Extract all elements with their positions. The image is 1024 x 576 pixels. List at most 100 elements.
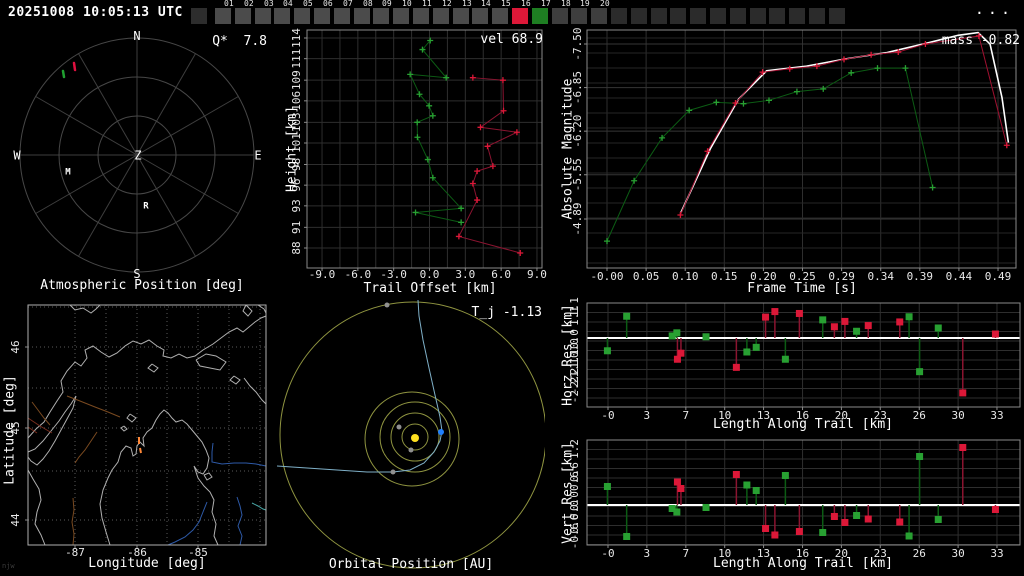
svg-text:91: 91 — [290, 221, 303, 234]
panel-title-atmospheric: Atmospheric Position [deg] — [40, 278, 244, 293]
panel-atmospheric-position: Q* 7.8 N S W E Z M R Atmospheric Positio… — [0, 26, 285, 300]
frame-indicator-18[interactable] — [552, 8, 568, 24]
frame-number: 04 — [283, 0, 293, 8]
frame-indicator-13[interactable] — [453, 8, 469, 24]
frame-number: 06 — [323, 0, 333, 8]
svg-text:114: 114 — [290, 28, 303, 48]
svg-text:3: 3 — [644, 409, 651, 422]
vert-y-axis-label: Vert Res [km] — [560, 442, 576, 544]
frame-indicator-15[interactable] — [492, 8, 508, 24]
frame-indicator-blank[interactable] — [769, 8, 785, 24]
frame-number: 14 — [481, 0, 491, 8]
svg-text:0.05: 0.05 — [633, 270, 660, 283]
svg-text:6.0: 6.0 — [491, 268, 511, 281]
frame-indicator-blank[interactable] — [631, 8, 647, 24]
compass-east-label: E — [254, 148, 262, 163]
light-curve-plot: -0.00 0.05 0.10 0.15 0.20 0.25 0.29 0.34 0.39 0.4… — [571, 27, 1017, 283]
frame-number: 19 — [580, 0, 590, 8]
panel-vert-residuals: -0 3 7 10 13 16 20 23 26 30 33 1.2 0.6 0.6 0.0 0.0 -0.6-… — [545, 438, 1024, 576]
frame-indicator-20[interactable] — [591, 8, 607, 24]
horz-y-axis-label: Horz Res [km] — [560, 304, 576, 406]
velocity-badge: vel 68.9 — [480, 32, 543, 47]
svg-text:33: 33 — [990, 547, 1003, 560]
frame-indicator-04[interactable] — [274, 8, 290, 24]
frame-indicator-blank[interactable] — [670, 8, 686, 24]
frame-indicator-11[interactable] — [413, 8, 429, 24]
svg-text:9.0: 9.0 — [527, 268, 547, 281]
map-y-axis-label: Latitude [deg] — [2, 375, 18, 485]
svg-text:109: 109 — [290, 70, 303, 90]
svg-text:7: 7 — [683, 409, 690, 422]
frame-indicator-blank[interactable] — [829, 8, 845, 24]
frame-indicator-07[interactable] — [334, 8, 350, 24]
svg-text:33: 33 — [990, 409, 1003, 422]
orbital-position-plot — [277, 300, 545, 569]
frame-indicator-03[interactable] — [255, 8, 271, 24]
frame-indicator-blank[interactable] — [191, 8, 207, 24]
frame-number: 16 — [521, 0, 531, 8]
zenith-label: Z — [134, 148, 142, 163]
frame-indicator-16[interactable] — [512, 8, 528, 24]
panel-orbit: T_j -1.13 Orbital Position [AU] — [277, 300, 545, 576]
frame-indicator-01[interactable] — [215, 8, 231, 24]
frame-number: 05 — [303, 0, 313, 8]
tisserand-badge: T_j -1.13 — [471, 305, 542, 320]
frame-indicator-blank[interactable] — [710, 8, 726, 24]
frame-number: 07 — [343, 0, 353, 8]
frame-number: 13 — [462, 0, 472, 8]
frame-indicator-blank[interactable] — [730, 8, 746, 24]
radiant-marker-label: R — [143, 201, 149, 212]
map-x-axis-label: Longitude [deg] — [88, 556, 206, 571]
frame-number: 08 — [363, 0, 373, 8]
svg-text:0.10: 0.10 — [672, 270, 699, 283]
svg-text:0.44: 0.44 — [946, 270, 973, 283]
panel-title-orbit: Orbital Position [AU] — [328, 557, 494, 572]
svg-text:111: 111 — [290, 49, 303, 69]
panel-trail-offset: -9.0 -6.0 -3.0 0.0 3.0 6.0 9.0 88 91 93 96 98 101 103… — [285, 26, 555, 300]
frame-indicator-10[interactable] — [393, 8, 409, 24]
svg-text:46: 46 — [9, 340, 22, 353]
frame-indicator-blank[interactable] — [750, 8, 766, 24]
mag-y-axis-label: Absolute Magnitude — [560, 78, 576, 220]
svg-text:0.0: 0.0 — [420, 268, 440, 281]
frame-indicator-06[interactable] — [314, 8, 330, 24]
frame-indicator-blank[interactable] — [651, 8, 667, 24]
frame-indicator-14[interactable] — [472, 8, 488, 24]
frame-indicator-17[interactable] — [532, 8, 548, 24]
trail-y-axis-label: Height [km] — [284, 105, 300, 193]
frame-indicator-blank[interactable] — [809, 8, 825, 24]
svg-text:44: 44 — [9, 513, 22, 527]
svg-text:-7.50: -7.50 — [571, 27, 584, 60]
frame-number: 11 — [422, 0, 432, 8]
frame-indicator-blank[interactable] — [611, 8, 627, 24]
svg-text:3: 3 — [644, 547, 651, 560]
frame-indicator-12[interactable] — [433, 8, 449, 24]
menu-dots-button[interactable]: ... — [975, 0, 1014, 18]
frame-number: 02 — [244, 0, 254, 8]
frame-indicator-02[interactable] — [235, 8, 251, 24]
svg-text:0.15: 0.15 — [711, 270, 738, 283]
svg-text:-0: -0 — [601, 547, 614, 560]
trail-x-axis-label: Trail Offset [km] — [363, 281, 497, 296]
status-bar: 20251008 10:05:13 UTC 01 02 03 04 05 06 07 08 09… — [0, 0, 1024, 26]
frame-number: 09 — [382, 0, 392, 8]
frame-number: 03 — [264, 0, 274, 8]
frame-indicator-blank[interactable] — [690, 8, 706, 24]
svg-text:-0: -0 — [601, 409, 614, 422]
vert-x-axis-label: Length Along Trail [km] — [712, 556, 894, 571]
frame-indicator-blank[interactable] — [789, 8, 805, 24]
svg-text:0.49: 0.49 — [985, 270, 1012, 283]
frame-indicator-05[interactable] — [294, 8, 310, 24]
frame-number: 15 — [501, 0, 511, 8]
trail-offset-plot: -9.0 -6.0 -3.0 0.0 3.0 6.0 9.08891939698101103… — [290, 28, 547, 281]
panel-ground-map: -87 -86 -85 46 45 44 Latitude [deg] Longitude… — [0, 300, 277, 576]
frame-indicator-08[interactable] — [354, 8, 370, 24]
svg-text:30: 30 — [951, 547, 964, 560]
frame-number: 01 — [224, 0, 234, 8]
frame-indicator-19[interactable] — [571, 8, 587, 24]
frame-indicator-09[interactable] — [373, 8, 389, 24]
svg-text:26: 26 — [913, 547, 926, 560]
q-value-label: Q* 7.8 — [212, 34, 267, 49]
horz-x-axis-label: Length Along Trail [km] — [712, 417, 894, 432]
compass-north-label: N — [133, 29, 141, 43]
